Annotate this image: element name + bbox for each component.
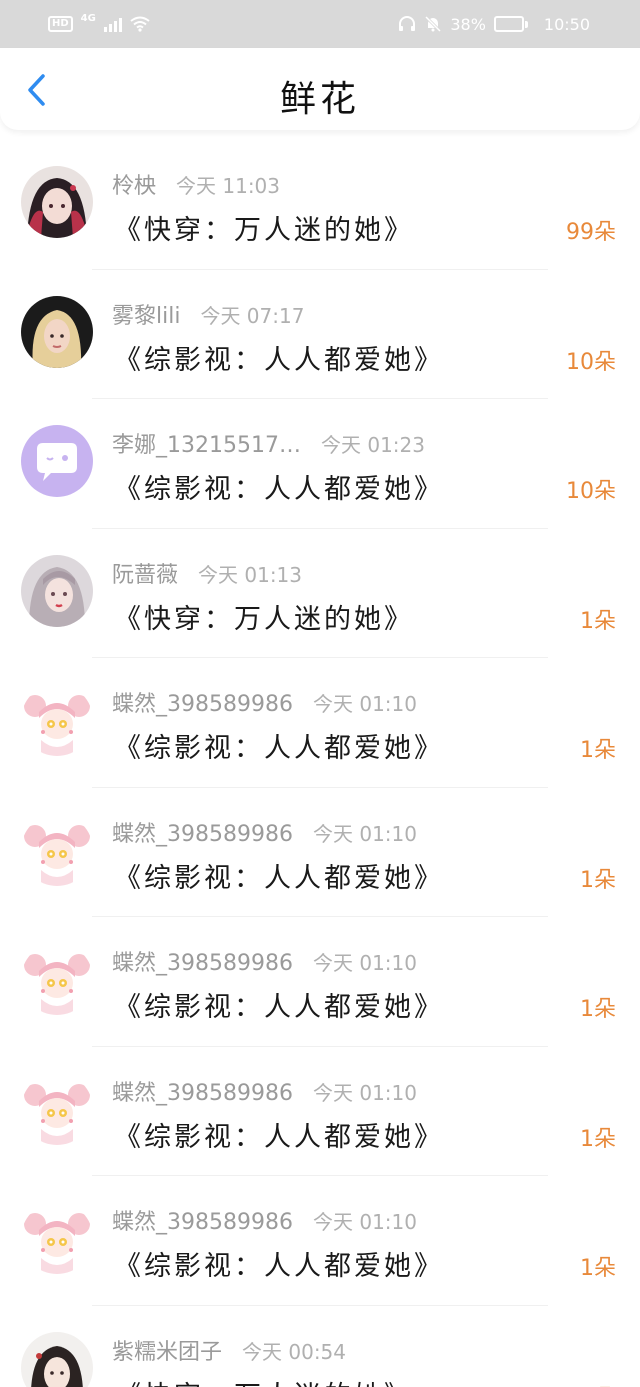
list-item[interactable]: 紫糯米团子 今天 00:54 《快穿：万人迷的她》 1朵	[0, 1306, 640, 1387]
flower-count: 1朵	[580, 1126, 616, 1152]
page-title: 鲜花	[279, 79, 360, 120]
book-title[interactable]: 《快穿：万人迷的她》	[114, 208, 414, 247]
book-title[interactable]: 《快穿：万人迷的她》	[114, 597, 414, 636]
flower-count: 99朵	[566, 220, 616, 245]
timestamp: 今天 01:13	[198, 562, 303, 587]
network-type: 4G	[80, 12, 96, 24]
username[interactable]: 雾黎lili	[112, 298, 180, 330]
avatar-girl-drawn[interactable]	[21, 1331, 93, 1387]
list-item[interactable]: 蝶然_398589986 今天 01:10 《综影视：人人都爱她》 1朵	[0, 1176, 640, 1306]
status-bar: HD 4G 38% 10:50	[0, 0, 640, 48]
username[interactable]: 李娜_13215517…	[112, 427, 301, 459]
wifi-icon	[130, 16, 150, 32]
avatar-anime-pink[interactable]	[21, 684, 93, 756]
user-line: 蝶然_398589986 今天 01:10	[112, 1075, 417, 1107]
timestamp: 今天 01:10	[312, 692, 417, 716]
battery-percent: 38%	[450, 14, 486, 34]
list-item[interactable]: 柃柍 今天 11:03 《快穿：万人迷的她》 99朵	[0, 140, 640, 270]
flower-count: 1朵	[580, 608, 616, 634]
list-item[interactable]: 蝶然_398589986 今天 01:10 《综影视：人人都爱她》 1朵	[0, 658, 640, 788]
flower-count: 1朵	[580, 1380, 616, 1387]
user-line: 蝶然_398589986 今天 01:10	[112, 686, 417, 718]
flower-count: 10朵	[566, 349, 616, 375]
avatar-anime-pink[interactable]	[21, 813, 93, 886]
avatar-girl-pale[interactable]	[21, 554, 93, 627]
list-item[interactable]: 李娜_13215517… 今天 01:23 《综影视：人人都爱她》 10朵	[0, 399, 640, 529]
book-title[interactable]: 《综影视：人人都爱她》	[114, 985, 444, 1024]
flower-gift-list: 柃柍 今天 11:03 《快穿：万人迷的她》 99朵 雾黎lili 今天 07:…	[0, 140, 640, 1387]
signal-icon	[103, 16, 122, 32]
header: 鲜花	[0, 48, 640, 130]
flower-count: 1朵	[580, 867, 616, 893]
username[interactable]: 蝶然_398589986	[112, 1075, 293, 1107]
username[interactable]: 蝶然_398589986	[112, 686, 293, 718]
book-title[interactable]: 《综影视：人人都爱她》	[114, 1244, 444, 1283]
timestamp: 今天 01:10	[312, 821, 417, 846]
avatar-girl-dark[interactable]	[21, 166, 93, 238]
list-item[interactable]: 蝶然_398589986 今天 01:10 《综影视：人人都爱她》 1朵	[0, 788, 640, 918]
username[interactable]: 蝶然_398589986	[112, 1204, 293, 1236]
flower-count: 1朵	[580, 738, 616, 763]
book-title[interactable]: 《综影视：人人都爱她》	[114, 1115, 444, 1154]
book-title[interactable]: 《快穿：万人迷的她》	[114, 1374, 414, 1387]
battery-icon	[493, 16, 528, 32]
username[interactable]: 蝶然_398589986	[112, 945, 293, 977]
user-line: 蝶然_398589986 今天 01:10	[112, 1204, 417, 1236]
timestamp: 今天 01:10	[312, 951, 417, 975]
status-left: HD 4G	[48, 12, 150, 32]
clock: 10:50	[543, 14, 590, 34]
avatar-anime-pink[interactable]	[21, 943, 93, 1015]
list-item[interactable]: 蝶然_398589986 今天 01:10 《综影视：人人都爱她》 1朵	[0, 1047, 640, 1177]
list-item[interactable]: 蝶然_398589986 今天 01:10 《综影视：人人都爱她》 1朵	[0, 917, 640, 1047]
status-right: 38% 10:50	[398, 15, 590, 34]
user-line: 蝶然_398589986 今天 01:10	[112, 945, 417, 977]
timestamp: 今天 07:17	[200, 303, 305, 328]
timestamp: 今天 01:23	[320, 433, 425, 457]
book-title[interactable]: 《综影视：人人都爱她》	[114, 726, 444, 765]
user-line: 蝶然_398589986 今天 01:10	[112, 816, 417, 848]
timestamp: 今天 11:03	[176, 174, 281, 198]
flower-count: 1朵	[580, 997, 616, 1022]
username[interactable]: 柃柍	[112, 168, 156, 200]
username[interactable]: 蝶然_398589986	[112, 816, 293, 848]
user-line: 李娜_13215517… 今天 01:23	[112, 427, 425, 459]
user-line: 阮蔷薇 今天 01:13	[112, 557, 302, 589]
timestamp: 今天 01:10	[312, 1080, 417, 1105]
avatar-default-chat[interactable]	[21, 425, 93, 497]
username[interactable]: 紫糯米团子	[112, 1334, 222, 1366]
avatar-anime-pink[interactable]	[21, 1072, 93, 1145]
book-title[interactable]: 《综影视：人人都爱她》	[114, 856, 444, 895]
list-item[interactable]: 雾黎lili 今天 07:17 《综影视：人人都爱她》 10朵	[0, 270, 640, 400]
flower-count: 10朵	[566, 479, 616, 504]
flower-count: 1朵	[580, 1256, 616, 1281]
avatar-anime-pink[interactable]	[21, 1202, 93, 1274]
user-line: 雾黎lili 今天 07:17	[112, 298, 304, 330]
hd-icon: HD	[48, 16, 73, 32]
timestamp: 今天 01:10	[312, 1210, 417, 1234]
user-line: 紫糯米团子 今天 00:54	[112, 1334, 346, 1366]
avatar-blonde[interactable]	[21, 295, 93, 368]
user-line: 柃柍 今天 11:03	[112, 168, 280, 200]
username[interactable]: 阮蔷薇	[112, 557, 178, 589]
list-item[interactable]: 阮蔷薇 今天 01:13 《快穿：万人迷的她》 1朵	[0, 529, 640, 659]
timestamp: 今天 00:54	[242, 1339, 347, 1364]
mute-bell-icon	[425, 15, 442, 33]
headphones-icon	[399, 16, 416, 31]
book-title[interactable]: 《综影视：人人都爱她》	[114, 467, 444, 506]
book-title[interactable]: 《综影视：人人都爱她》	[114, 338, 444, 377]
